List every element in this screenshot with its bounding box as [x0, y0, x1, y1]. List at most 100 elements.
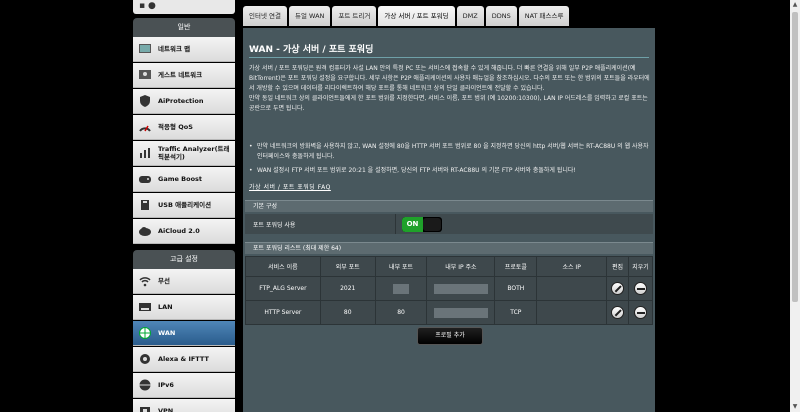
faq-link[interactable]: 가상 서버 / 포트 포워딩 FAQ [249, 182, 331, 191]
sidebar-item-label: AiCloud 2.0 [158, 227, 200, 235]
notes-list: • 만약 네트워크의 방화벽을 사용하지 않고, WAN 설정에 80을 HTTP… [249, 142, 651, 180]
sidebar-item-network-map[interactable]: 네트워크 맵 [133, 37, 235, 62]
service-name-cell: HTTP Server [245, 300, 321, 325]
sidebar-advanced-header: 고급 설정 [133, 250, 235, 269]
usb-icon [138, 198, 152, 212]
source-ip-cell [536, 300, 608, 325]
edit-cell [606, 300, 629, 325]
sidebar-item-cloud[interactable]: AiCloud 2.0 [133, 219, 235, 244]
port-forwarding-table: 서비스 이름 외부 포트 내부 포트 내부 IP 주소 프로토콜 소스 IP 편집 지우기 F… [245, 256, 654, 325]
sidebar-item-alexa[interactable]: Alexa & IFTTT [133, 347, 235, 372]
page-title: WAN - 가상 서버 / 포트 포워딩 [249, 45, 374, 55]
column-header: 외부 포트 [319, 256, 376, 277]
port-forwarding-toggle[interactable]: ON [402, 217, 442, 232]
tab-nat-패스스루[interactable]: NAT 패스스루 [518, 6, 570, 26]
note-text: 만약 네트워크의 방화벽을 사용하지 않고, WAN 설정에 80을 HTTP … [257, 143, 649, 160]
internal-port-cell: 80 [374, 300, 428, 325]
external-port-cell: 2021 [319, 276, 376, 301]
sidebar-item-label: 게스트 네트워크 [158, 71, 203, 79]
redacted-value [433, 307, 488, 318]
column-header: 편집 [606, 256, 629, 277]
sidebar-item-traffic-analyzer[interactable]: Traffic Analyzer(트래픽분석기) [133, 141, 235, 166]
table-body: FTP_ALG Server 2021 BOTH HTTP Server 80 80 TCP [245, 276, 654, 325]
sidebar-item-lan[interactable]: LAN [133, 295, 235, 320]
external-port-cell: 80 [319, 300, 376, 325]
note-text: WAN 설정시 FTP 서버 포트 범위로 20:21 을 설정하면, 당신의 … [257, 167, 576, 174]
source-ip-cell [536, 276, 608, 301]
network-map-icon [138, 42, 152, 56]
scroll-down-icon[interactable]: ▼ [791, 403, 799, 411]
sidebar-item-usb[interactable]: USB 애플리케이션 [133, 193, 235, 218]
tab-인터넷-연결[interactable]: 인터넷 연결 [243, 6, 287, 26]
delete-icon[interactable] [633, 282, 647, 295]
sidebar-item-label: VPN [158, 407, 174, 412]
sidebar-item-label: 네트워크 맵 [158, 45, 191, 53]
tab-듀얼-wan[interactable]: 듀얼 WAN [288, 6, 331, 26]
port-forwarding-setting-row: 포트 포워딩 사용 ON [245, 214, 653, 234]
cloud-icon [138, 224, 152, 238]
main-panel: WAN - 가상 서버 / 포트 포워딩 가상 서버 / 포트 포워딩은 원격 … [243, 28, 655, 412]
sidebar-item-wireless[interactable]: 무선 [133, 269, 235, 294]
scroll-thumb[interactable] [792, 12, 798, 302]
tab-dmz[interactable]: DMZ [456, 6, 484, 26]
wireless-icon [138, 274, 152, 288]
description-paragraph-1: 가상 서버 / 포트 포워딩은 원격 컴퓨터가 사설 LAN 안의 특정 PC … [249, 65, 650, 92]
sidebar-item-label: Alexa & IFTTT [158, 355, 209, 363]
toggle-on-label: ON [402, 217, 423, 232]
column-header: 내부 포트 [374, 256, 428, 277]
internal-ip-cell [426, 276, 496, 301]
note-item: • 만약 네트워크의 방화벽을 사용하지 않고, WAN 설정에 80을 HTTP… [249, 142, 651, 162]
add-profile-button[interactable]: 프로필 추가 [417, 327, 483, 345]
column-header: 지우기 [627, 256, 654, 277]
traffic-analyzer-icon [138, 146, 152, 160]
sidebar-item-vpn[interactable]: VPN [133, 399, 235, 412]
sidebar-item-wan-globe[interactable]: WAN [133, 321, 235, 346]
redacted-value [393, 283, 410, 294]
edit-cell [606, 276, 629, 301]
sidebar-item-label: Traffic Analyzer(트래픽분석기) [158, 145, 230, 161]
port-forwarding-list-header: 포트 포워딩 리스트 (최대 제한 64) [245, 242, 653, 254]
description-paragraph-2: 만약 동일 네트워크 상의 클라이언트들에게 한 포트 범위를 지정한다면, 서… [249, 95, 648, 112]
wan-globe-icon [138, 326, 152, 340]
redacted-value [433, 283, 488, 294]
gamepad-icon [138, 172, 152, 186]
protocol-cell: BOTH [494, 276, 538, 301]
toggle-knob [423, 218, 441, 231]
column-header: 내부 IP 주소 [426, 256, 496, 277]
service-name-cell: FTP_ALG Server [245, 276, 321, 301]
scroll-up-icon[interactable]: ▲ [791, 1, 799, 9]
sidebar-item-label: USB 애플리케이션 [158, 201, 212, 209]
sidebar-item-gamepad[interactable]: Game Boost [133, 167, 235, 192]
table-row: HTTP Server 80 80 TCP [245, 300, 654, 325]
sidebar-top-strip: ▪ ● [133, 0, 235, 14]
delete-cell [627, 300, 654, 325]
tab-ddns[interactable]: DDNS [485, 6, 517, 26]
tab-bar: 인터넷 연결 듀얼 WAN 포트 트리거 가상 서버 / 포트 포워딩 DMZ DDNS N… [243, 6, 570, 28]
sidebar-item-label: Game Boost [158, 175, 203, 183]
lan-icon [138, 300, 152, 314]
row-divider [395, 214, 396, 234]
protocol-cell: TCP [494, 300, 538, 325]
sidebar-item-ipv6[interactable]: IPv6 [133, 373, 235, 398]
sidebar-item-label: 무선 [158, 277, 170, 285]
sidebar-item-label: LAN [158, 303, 173, 311]
edit-icon[interactable] [611, 282, 624, 295]
table-header-row: 서비스 이름 외부 포트 내부 포트 내부 IP 주소 프로토콜 소스 IP 편집 지우기 [245, 256, 654, 277]
alexa-icon [138, 352, 152, 366]
column-header: 소스 IP [536, 256, 608, 277]
title-divider [249, 57, 649, 58]
delete-icon[interactable] [633, 306, 647, 319]
tab-가상-서버-포트-포워딩[interactable]: 가상 서버 / 포트 포워딩 [378, 6, 455, 26]
sidebar-item-aiprotection[interactable]: AiProtection [133, 89, 235, 114]
sidebar-item-qos[interactable]: 적응형 QoS [133, 115, 235, 140]
edit-icon[interactable] [611, 306, 624, 319]
bullet-icon: • [249, 167, 253, 174]
sidebar-item-guest-network[interactable]: 게스트 네트워크 [133, 63, 235, 88]
note-item: • WAN 설정시 FTP 서버 포트 범위로 20:21 을 설정하면, 당신의… [249, 166, 651, 176]
qos-icon [138, 120, 152, 134]
menu-icon: ▪ ● [139, 1, 156, 11]
guest-network-icon [138, 68, 152, 82]
tab-포트-트리거[interactable]: 포트 트리거 [332, 6, 377, 26]
sidebar-item-label: AiProtection [158, 97, 204, 105]
sidebar-item-label: 적응형 QoS [158, 123, 193, 131]
